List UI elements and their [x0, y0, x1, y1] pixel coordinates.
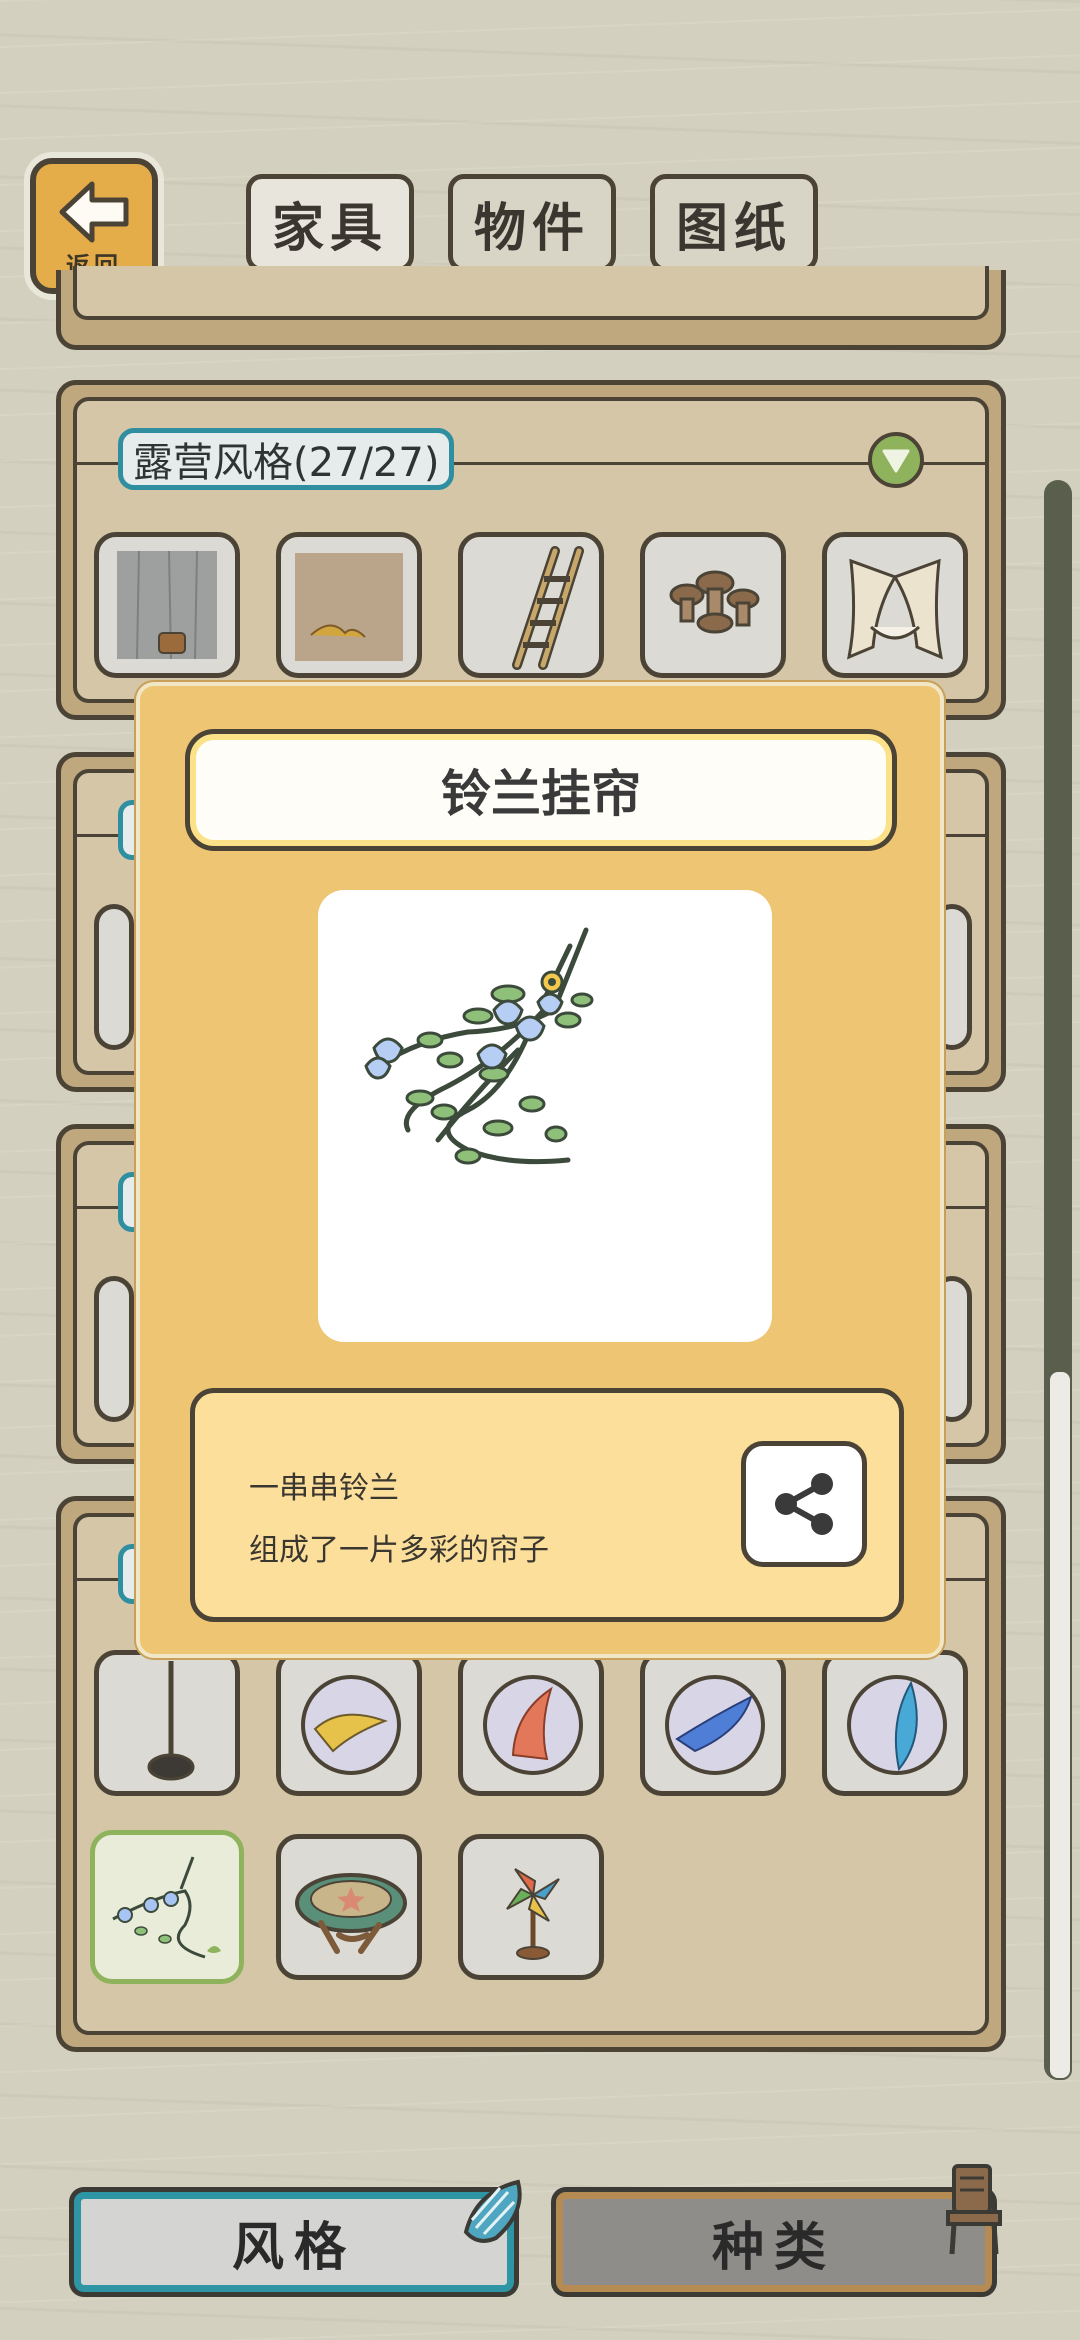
- yellow-marble-icon: [301, 1675, 401, 1775]
- item-slot[interactable]: [94, 1276, 134, 1422]
- blue-marble-icon: [665, 1675, 765, 1775]
- ladder-icon: [512, 546, 584, 670]
- tab-furniture[interactable]: 家具: [246, 174, 414, 272]
- standing-lamp-icon: [147, 1661, 195, 1781]
- style-section-title[interactable]: 露营风格(27/27): [118, 428, 455, 490]
- item-slot-selected[interactable]: [90, 1830, 244, 1984]
- round-table-icon: [295, 1873, 407, 1954]
- item-slot[interactable]: [640, 1650, 786, 1796]
- description-line-1: 一串串铃兰: [249, 1471, 399, 1506]
- tab-kind[interactable]: 种类: [556, 2192, 992, 2292]
- lily-of-the-valley-curtain-icon: [364, 927, 594, 1165]
- seashell-icon: [463, 2179, 522, 2243]
- pinwheel-icon: [506, 1868, 560, 1960]
- hammock-tent-icon: [846, 558, 944, 660]
- collapse-toggle[interactable]: [868, 432, 924, 488]
- wall-wood-icon: [117, 550, 217, 660]
- item-slot[interactable]: [276, 1650, 422, 1796]
- scrollbar-thumb[interactable]: [1048, 1370, 1072, 2080]
- tab-blueprints[interactable]: 图纸: [650, 174, 818, 272]
- item-slot[interactable]: [640, 532, 786, 678]
- item-slot[interactable]: [822, 1650, 968, 1796]
- item-slot[interactable]: [458, 532, 604, 678]
- item-image: [318, 890, 772, 1342]
- share-button[interactable]: [741, 1441, 867, 1567]
- cyan-marble-icon: [847, 1675, 947, 1775]
- item-title: 铃兰挂帘: [190, 734, 892, 846]
- item-slot[interactable]: [94, 904, 134, 1050]
- panel-previous: [56, 266, 1006, 350]
- sand-floor-icon: [295, 553, 403, 661]
- item-slot[interactable]: [276, 532, 422, 678]
- lily-curtain-icon: [112, 1856, 221, 1959]
- item-slot[interactable]: [94, 1650, 240, 1796]
- back-arrow-icon: [59, 181, 129, 243]
- item-slot[interactable]: [822, 532, 968, 678]
- item-slot[interactable]: [94, 532, 240, 678]
- mushroom-stools-icon: [669, 570, 760, 634]
- description-line-2: 组成了一片多彩的帘子: [249, 1533, 549, 1568]
- tab-objects[interactable]: 物件: [448, 174, 616, 272]
- item-detail-modal: 铃兰挂帘 一串串铃兰 组成了一片多彩的帘子: [136, 682, 944, 1658]
- share-icon: [775, 1473, 833, 1535]
- item-slot[interactable]: [458, 1650, 604, 1796]
- red-marble-icon: [483, 1675, 583, 1775]
- chevron-down-icon: [882, 449, 910, 473]
- item-description: 一串串铃兰 组成了一片多彩的帘子: [190, 1388, 904, 1622]
- chair-icon: [946, 2164, 1002, 2255]
- item-slot[interactable]: [276, 1834, 422, 1980]
- tab-style[interactable]: 风格: [74, 2192, 514, 2292]
- item-slot[interactable]: [458, 1834, 604, 1980]
